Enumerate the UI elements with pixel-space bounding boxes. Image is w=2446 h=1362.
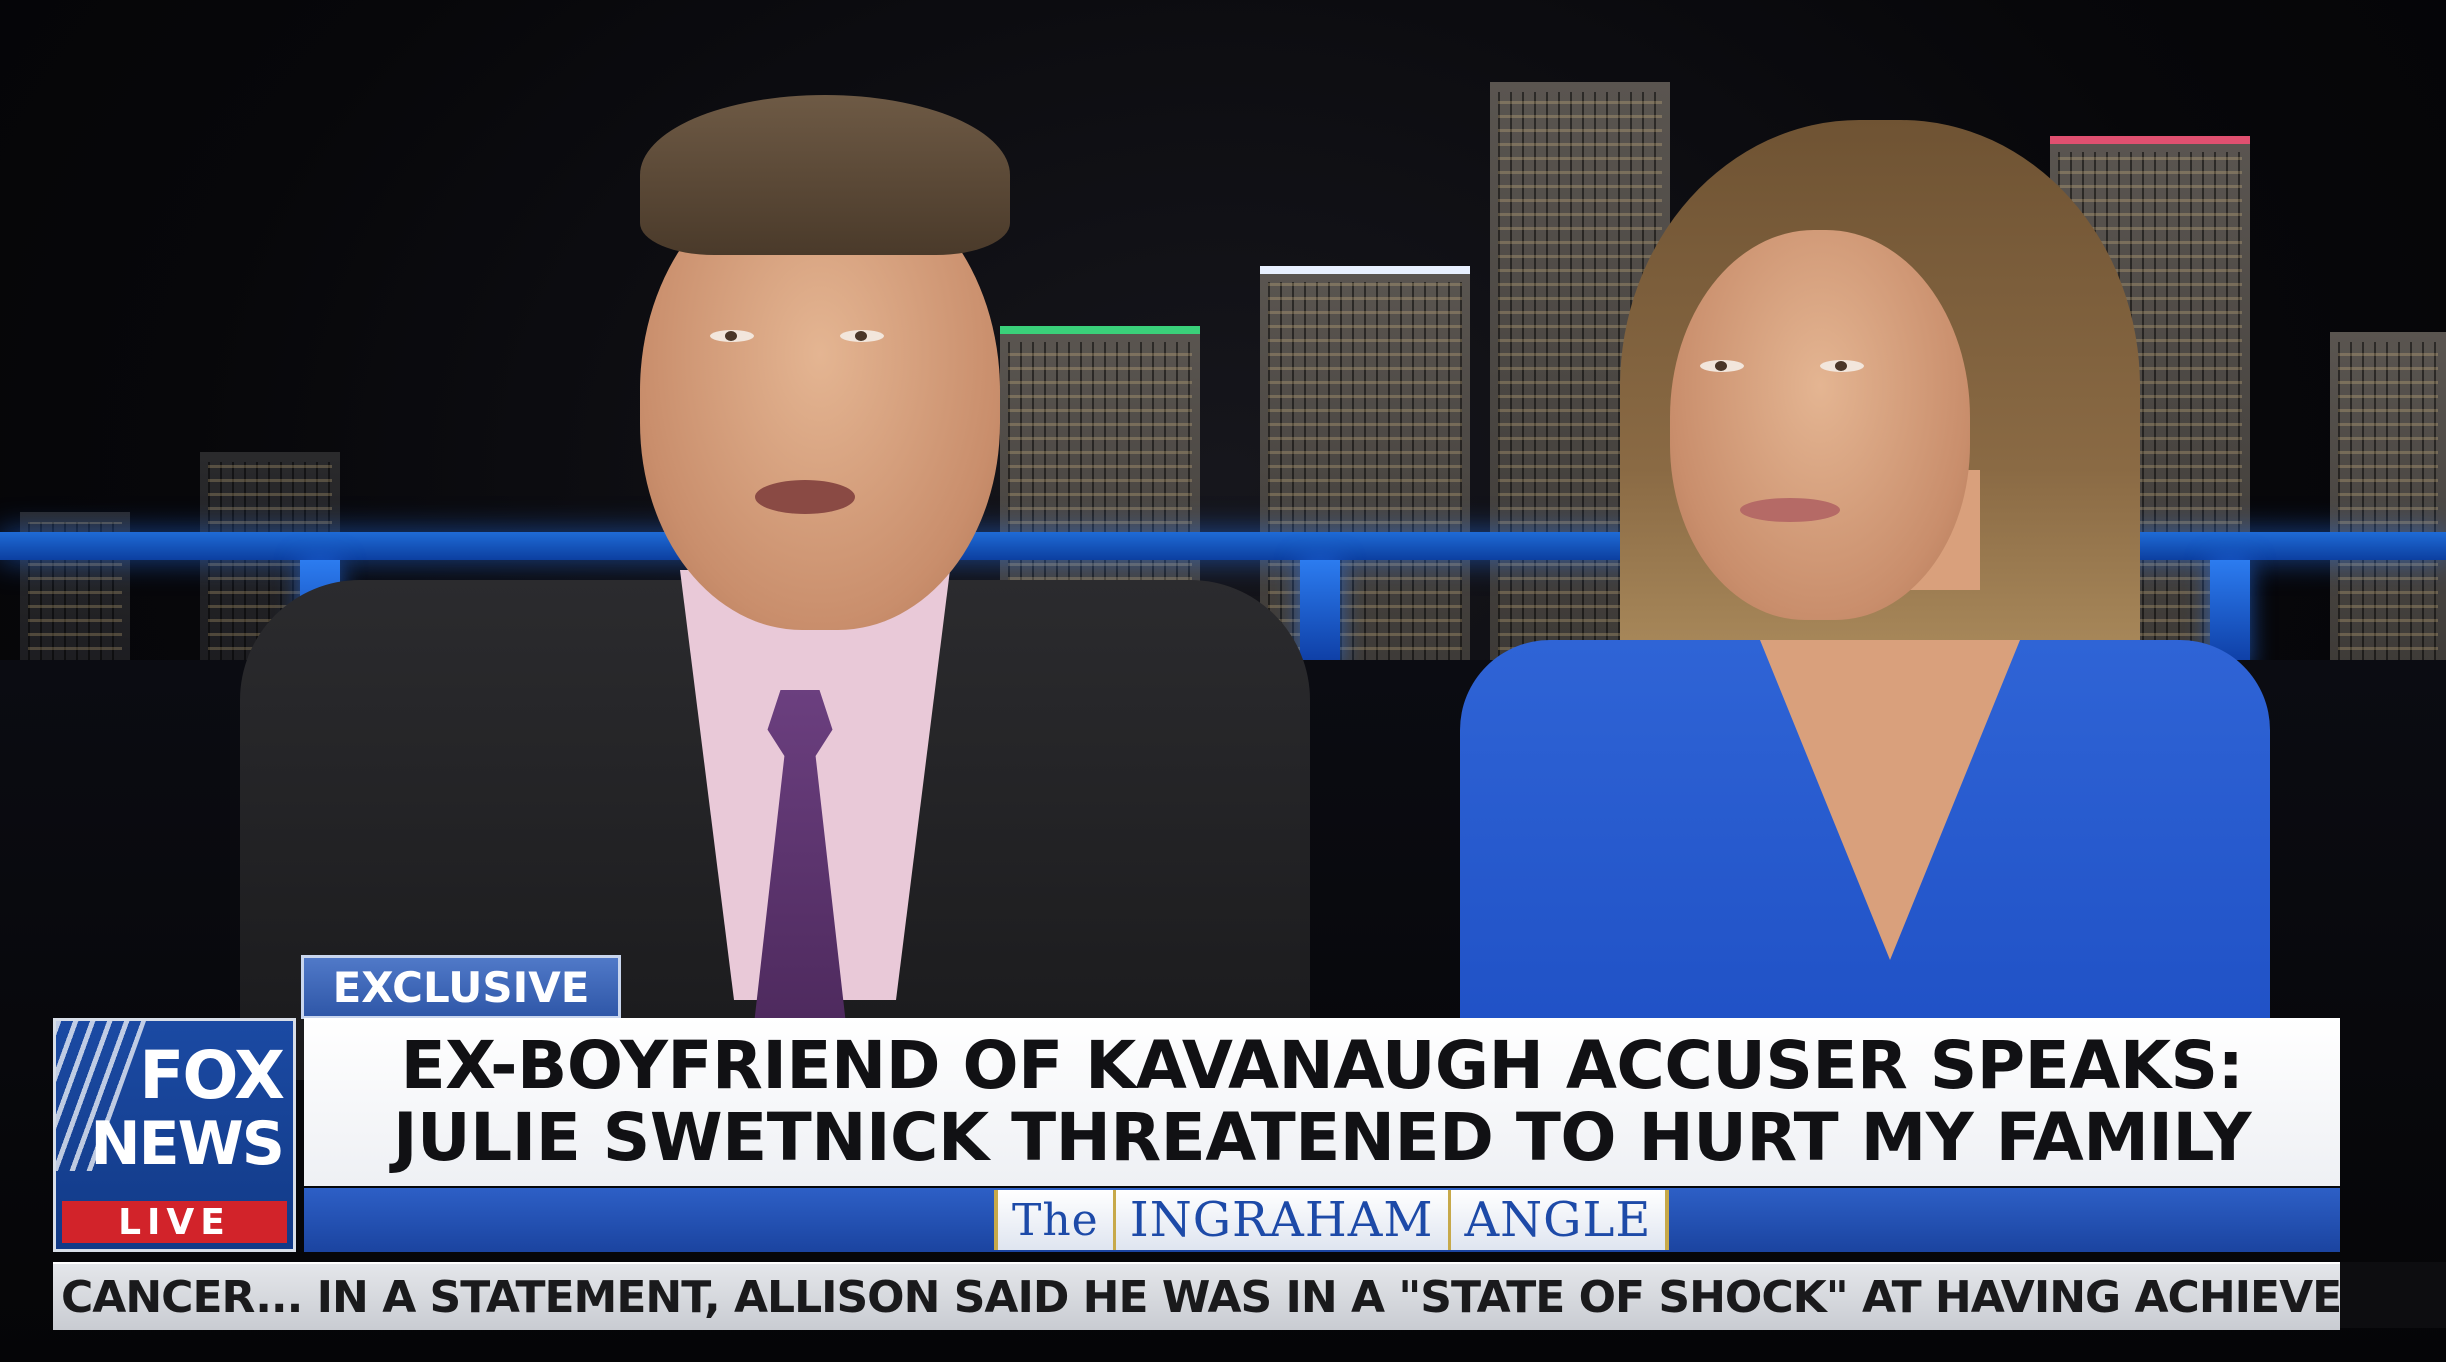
exclusive-tag: EXCLUSIVE [301, 955, 621, 1019]
logo-fox-text: FOX [139, 1037, 285, 1114]
live-label: LIVE [118, 1201, 231, 1243]
ticker-text: CANCER... IN A STATEMENT, ALLISON SAID H… [61, 1271, 2340, 1323]
fox-news-logo: FOX NEWS LIVE [53, 1018, 296, 1252]
show-word-angle: ANGLE [1447, 1190, 1666, 1250]
show-word-the: The [1012, 1194, 1099, 1246]
show-name-plate: The INGRAHAM ANGLE [994, 1190, 1670, 1250]
show-word-ingraham: INGRAHAM [1112, 1190, 1448, 1250]
headline-line-1: EX-BOYFRIEND OF KAVANAUGH ACCUSER SPEAKS… [400, 1027, 2244, 1104]
headline-banner: EX-BOYFRIEND OF KAVANAUGH ACCUSER SPEAKS… [304, 1018, 2340, 1186]
bridge-pillar [1300, 560, 1340, 670]
ticker-end-cap [2340, 1262, 2446, 1328]
news-ticker: CANCER... IN A STATEMENT, ALLISON SAID H… [53, 1262, 2340, 1330]
exclusive-label: EXCLUSIVE [332, 962, 590, 1012]
live-badge: LIVE [62, 1201, 287, 1243]
logo-news-text: NEWS [90, 1109, 285, 1179]
headline-line-2: JULIE SWETNICK THREATENED TO HURT MY FAM… [392, 1099, 2252, 1176]
